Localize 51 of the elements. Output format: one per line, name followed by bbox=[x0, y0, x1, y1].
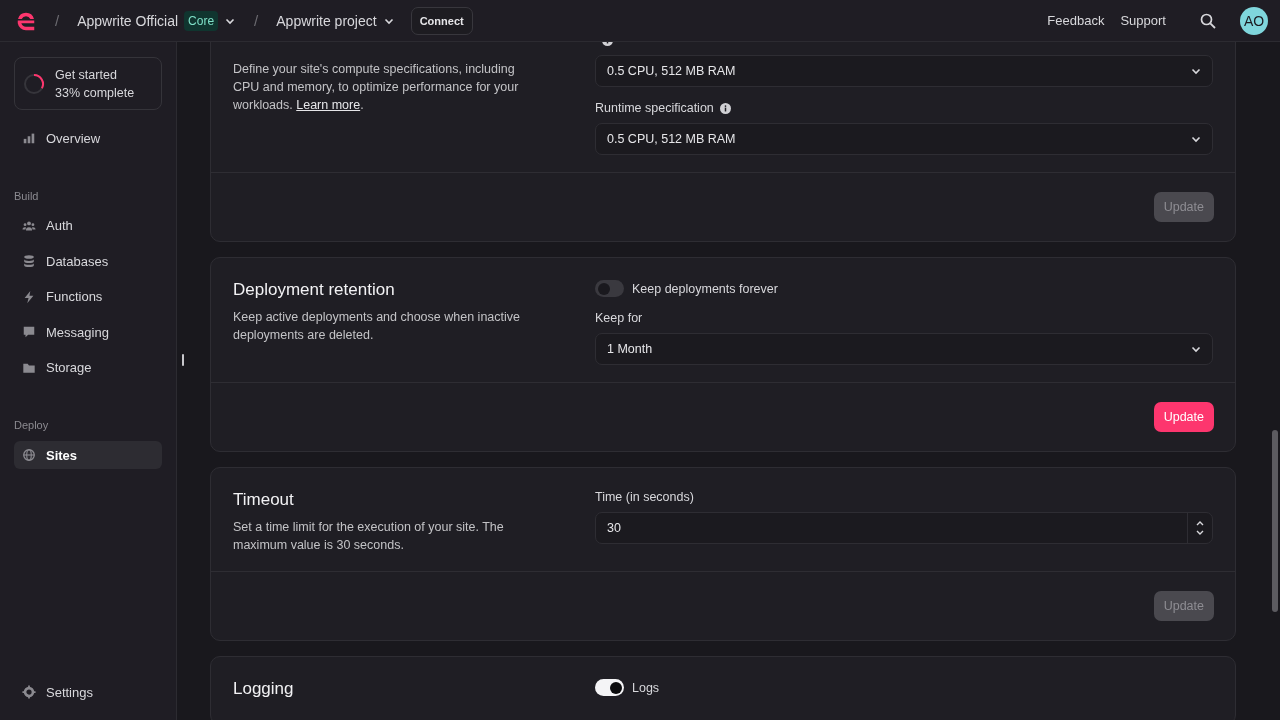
progress-card[interactable]: Get started 33% complete bbox=[14, 57, 162, 110]
field-label: Runtime specification bbox=[595, 101, 714, 115]
gear-icon bbox=[22, 685, 36, 699]
connect-button[interactable]: Connect bbox=[410, 6, 473, 35]
nav-item[interactable]: Sites bbox=[14, 441, 162, 469]
card-description: Define your site's compute specifications, including CPU and memory, to optimize performance for your workloads. Learn more. bbox=[233, 61, 520, 114]
nav-item[interactable]: Auth bbox=[14, 211, 162, 240]
select-field[interactable]: 1 Month bbox=[595, 333, 1213, 365]
plan-badge: Core bbox=[184, 10, 219, 31]
field-label: Time (in seconds) bbox=[595, 490, 694, 504]
nav-icon bbox=[22, 131, 36, 145]
toggle-label: Logs bbox=[632, 680, 660, 695]
nav-item[interactable]: Functions bbox=[14, 282, 162, 311]
breadcrumb-separator: / bbox=[254, 12, 259, 29]
progress-title: Get started bbox=[55, 66, 118, 84]
breadcrumb-dropdown[interactable]: Appwrite Official Core bbox=[77, 10, 237, 31]
toggle-switch[interactable] bbox=[595, 280, 624, 297]
select-field[interactable]: 0.5 CPU, 512 MB RAM bbox=[595, 55, 1213, 87]
nav-icon bbox=[22, 254, 36, 268]
select-field[interactable]: 0.5 CPU, 512 MB RAM bbox=[595, 123, 1213, 155]
resize-handle[interactable] bbox=[182, 354, 184, 366]
card-description: Set a time limit for the execution of your site. The maximum value is 30 seconds. bbox=[233, 519, 505, 554]
user-avatar[interactable]: AO bbox=[1240, 6, 1268, 35]
info-icon[interactable] bbox=[719, 102, 731, 114]
update-button[interactable]: Update bbox=[1153, 402, 1214, 432]
header-link[interactable]: Feedback bbox=[1047, 13, 1105, 28]
card-title: Deployment retention bbox=[233, 280, 396, 300]
nav-item[interactable]: Databases bbox=[14, 247, 162, 275]
card-title: Timeout bbox=[233, 490, 295, 510]
progress-status: 33% complete bbox=[55, 84, 135, 102]
breadcrumb-separator: / bbox=[55, 12, 60, 29]
toggle-switch[interactable] bbox=[595, 679, 624, 696]
number-field[interactable]: 30 bbox=[595, 512, 1213, 544]
nav-item[interactable]: Settings bbox=[14, 678, 162, 706]
nav-item[interactable]: Overview bbox=[14, 124, 162, 152]
card-description: Keep active deployments and choose when inactive deployments are deleted. bbox=[233, 309, 521, 344]
nav-item[interactable]: Messaging bbox=[14, 318, 162, 346]
field-label: Keep for bbox=[595, 311, 643, 325]
search-icon[interactable] bbox=[1200, 12, 1216, 29]
breadcrumb-dropdown[interactable]: Appwrite project bbox=[276, 12, 395, 29]
toggle-label: Keep deployments forever bbox=[632, 281, 778, 296]
progress-ring bbox=[23, 72, 45, 95]
nav-icon bbox=[22, 325, 36, 339]
section-heading: Deploy bbox=[14, 419, 50, 431]
scrollbar[interactable] bbox=[1272, 430, 1278, 612]
nav-icon bbox=[22, 289, 36, 304]
card-title: Logging bbox=[233, 679, 295, 699]
nav-item[interactable]: Storage bbox=[14, 353, 162, 382]
section-heading: Build bbox=[14, 189, 40, 202]
header-link[interactable]: Support bbox=[1120, 13, 1166, 28]
nav-icon bbox=[22, 448, 36, 462]
